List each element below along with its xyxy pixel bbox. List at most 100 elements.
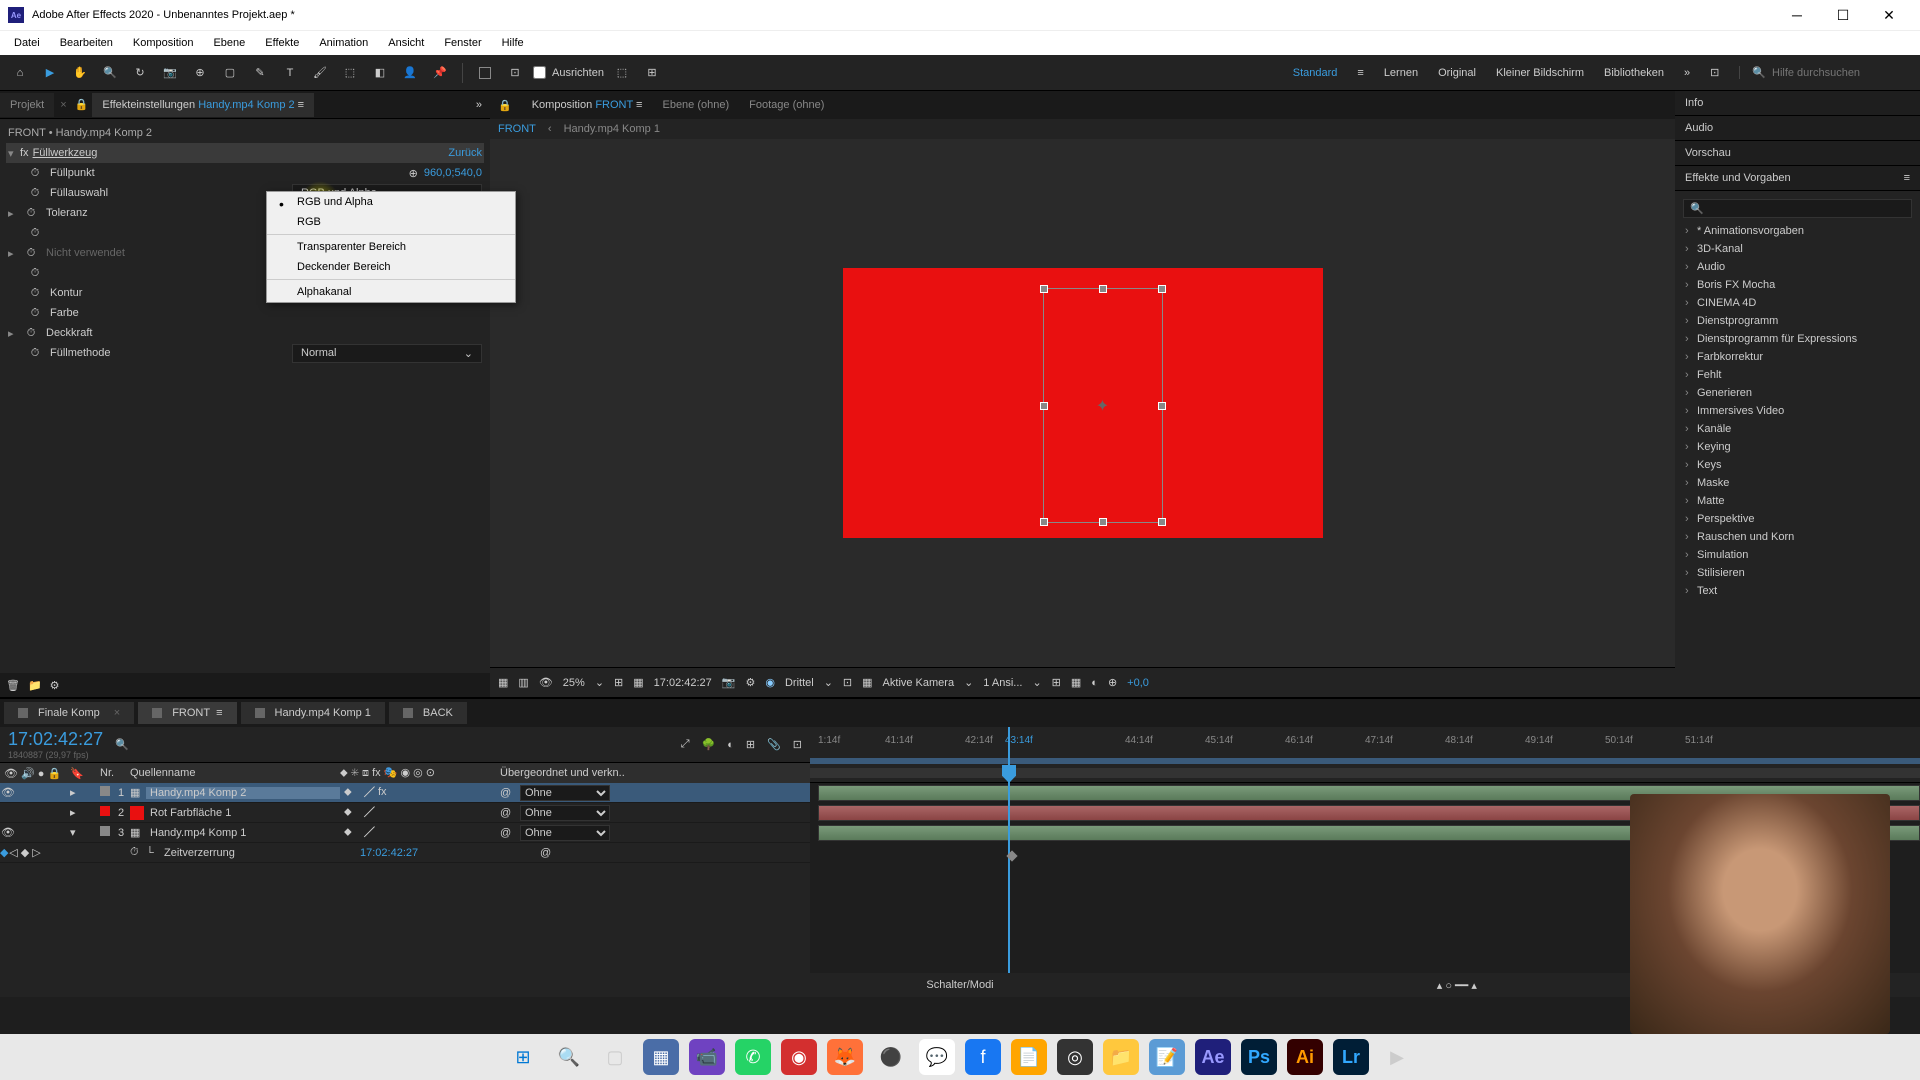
snap-mid-icon[interactable]: ⊞ xyxy=(640,61,664,85)
app-icon[interactable]: ▦ xyxy=(643,1039,679,1075)
minimize-button[interactable]: ─ xyxy=(1774,0,1820,30)
tab-lock-icon[interactable]: 🔒 xyxy=(71,98,93,111)
tl-icon[interactable]: ⊞ xyxy=(746,738,755,751)
layer-row-1[interactable]: 👁 ▸ 1 ▦ Handy.mp4 Komp 2 ⬥ ╱ fx @ Ohne xyxy=(0,783,810,803)
section-info[interactable]: Info xyxy=(1675,91,1920,116)
timeline-footer-label[interactable]: Schalter/Modi xyxy=(926,979,993,991)
nav-chevron-icon[interactable]: ‹ xyxy=(548,123,552,135)
dropdown-option-deckend[interactable]: Deckender Bereich xyxy=(267,257,515,277)
menu-komposition[interactable]: Komposition xyxy=(123,33,204,53)
obs-icon[interactable]: ◎ xyxy=(1057,1039,1093,1075)
task-view-icon[interactable]: ▢ xyxy=(597,1039,633,1075)
viewer-icon[interactable]: ▥ xyxy=(518,676,528,689)
layer-row-3[interactable]: 👁 ▾ 3 ▦ Handy.mp4 Komp 1 ⬥ ╱ @ Ohne xyxy=(0,823,810,843)
tab-projekt[interactable]: Projekt xyxy=(0,93,54,117)
start-icon[interactable]: ⊞ xyxy=(505,1039,541,1075)
roto-tool-icon[interactable]: 👤 xyxy=(398,61,422,85)
type-tool-icon[interactable]: T xyxy=(278,61,302,85)
effect-category[interactable]: Fehlt xyxy=(1679,366,1916,384)
hand-tool-icon[interactable]: ✋ xyxy=(68,61,92,85)
effect-category[interactable]: Simulation xyxy=(1679,546,1916,564)
camera-icon[interactable]: 📷 xyxy=(722,676,736,689)
workspace-kleiner[interactable]: Kleiner Bildschirm xyxy=(1496,67,1584,79)
viewer-icon[interactable]: ⊞ xyxy=(614,676,623,689)
effect-category[interactable]: Immersives Video xyxy=(1679,402,1916,420)
zoom-tool-icon[interactable]: 🔍 xyxy=(98,61,122,85)
stopwatch-icon[interactable]: ⏱ xyxy=(24,326,38,340)
brush-tool-icon[interactable]: 🖌 xyxy=(308,61,332,85)
effect-category[interactable]: 3D-Kanal xyxy=(1679,240,1916,258)
nav-comp[interactable]: Handy.mp4 Komp 1 xyxy=(564,123,660,135)
anchor-tool-icon[interactable]: ⊕ xyxy=(188,61,212,85)
folder-icon[interactable]: 📁 xyxy=(28,679,42,692)
nav-front[interactable]: FRONT xyxy=(498,123,536,135)
effect-category[interactable]: Matte xyxy=(1679,492,1916,510)
effect-category[interactable]: Keys xyxy=(1679,456,1916,474)
viewer-icon[interactable]: 👁 xyxy=(539,676,553,689)
help-search-input[interactable] xyxy=(1772,67,1912,79)
tl-tab-finale[interactable]: Finale Komp × xyxy=(4,702,134,724)
viewer-icon[interactable]: ⊞ xyxy=(1052,676,1061,689)
tl-tab-komp1[interactable]: Handy.mp4 Komp 1 xyxy=(241,702,385,724)
orbit-tool-icon[interactable]: ↻ xyxy=(128,61,152,85)
panel-menu-icon[interactable]: ≡ xyxy=(1904,172,1910,184)
search-icon[interactable]: 🔍 xyxy=(551,1039,587,1075)
comp-lock-icon[interactable]: 🔒 xyxy=(498,99,512,112)
parent-dropdown[interactable]: Ohne xyxy=(520,825,610,841)
tl-icon[interactable]: ⊡ xyxy=(793,738,802,751)
bin-icon[interactable]: 🗑 xyxy=(6,679,20,692)
workspace-lernen[interactable]: Lernen xyxy=(1384,67,1418,79)
property-row-zeitverzerrung[interactable]: ◆ ◁ ◆ ▷ ⏱ └ Zeitverzerrung 17:02:42:27 @ xyxy=(0,843,810,863)
settings-icon[interactable]: ⚙ xyxy=(50,679,60,692)
tab-ebene[interactable]: Ebene (ohne) xyxy=(662,99,729,111)
viewer-icon[interactable]: ⊕ xyxy=(1108,676,1117,689)
workspace-original[interactable]: Original xyxy=(1438,67,1476,79)
app-icon[interactable]: 📝 xyxy=(1149,1039,1185,1075)
effect-category[interactable]: Maske xyxy=(1679,474,1916,492)
exposure-value[interactable]: +0,0 xyxy=(1127,677,1149,689)
stopwatch-icon[interactable]: ⏱ xyxy=(28,226,42,240)
effect-name[interactable]: Füllwerkzeug xyxy=(33,147,449,159)
viewer-icon[interactable]: ◐ xyxy=(1091,677,1098,689)
menu-fenster[interactable]: Fenster xyxy=(434,33,491,53)
tl-icon[interactable]: 📎 xyxy=(767,738,781,751)
effect-category[interactable]: * Animationsvorgaben xyxy=(1679,222,1916,240)
app-icon[interactable]: ▶ xyxy=(1379,1039,1415,1075)
firefox-icon[interactable]: 🦊 xyxy=(827,1039,863,1075)
effect-category[interactable]: Generieren xyxy=(1679,384,1916,402)
stopwatch-icon[interactable]: ⏱ xyxy=(28,286,42,300)
composition-viewer[interactable]: ✦ xyxy=(490,139,1675,667)
dropdown-option-rgb-alpha[interactable]: RGB und Alpha xyxy=(267,192,515,212)
layer-bounding-box[interactable]: ✦ xyxy=(1043,288,1163,523)
close-button[interactable]: ✕ xyxy=(1866,0,1912,30)
tab-more-icon[interactable]: × xyxy=(56,99,70,111)
parent-dropdown[interactable]: Ohne xyxy=(520,805,610,821)
app-icon[interactable]: 📄 xyxy=(1011,1039,1047,1075)
resolution-dropdown[interactable]: Drittel xyxy=(785,677,814,689)
crosshair-icon[interactable]: ⊕ xyxy=(409,167,418,180)
gear-icon[interactable]: ⚙ xyxy=(745,676,755,689)
zoom-value[interactable]: 25% xyxy=(563,677,585,689)
effect-reset[interactable]: Zurück xyxy=(448,147,482,159)
panel-overflow-icon[interactable]: » xyxy=(468,99,490,111)
viewer-icon[interactable]: ▦ xyxy=(498,676,508,689)
app-icon[interactable]: ◉ xyxy=(781,1039,817,1075)
effect-category[interactable]: Kanäle xyxy=(1679,420,1916,438)
shape-tool-icon[interactable]: ▢ xyxy=(218,61,242,85)
playhead[interactable] xyxy=(1008,727,1010,973)
menu-animation[interactable]: Animation xyxy=(309,33,378,53)
stopwatch-icon[interactable]: ⏱ xyxy=(24,246,38,260)
chevron-down-icon[interactable]: ⌄ xyxy=(824,676,833,689)
dropdown-option-alphakanal[interactable]: Alphakanal xyxy=(267,282,515,302)
workspace-reset-icon[interactable]: ⊡ xyxy=(1710,66,1719,79)
section-effekte[interactable]: Effekte und Vorgaben≡ xyxy=(1675,166,1920,191)
app-icon[interactable]: ⚫ xyxy=(873,1039,909,1075)
workspace-overflow-icon[interactable]: » xyxy=(1684,67,1690,79)
effect-category[interactable]: Farbkorrektur xyxy=(1679,348,1916,366)
viewer-icon[interactable]: ▦ xyxy=(862,676,872,689)
pen-tool-icon[interactable]: ✎ xyxy=(248,61,272,85)
home-icon[interactable]: ⌂ xyxy=(8,61,32,85)
viewer-icon[interactable]: ⊡ xyxy=(843,676,852,689)
app-icon[interactable]: 📹 xyxy=(689,1039,725,1075)
twirl-icon[interactable]: ▾ xyxy=(8,147,20,160)
